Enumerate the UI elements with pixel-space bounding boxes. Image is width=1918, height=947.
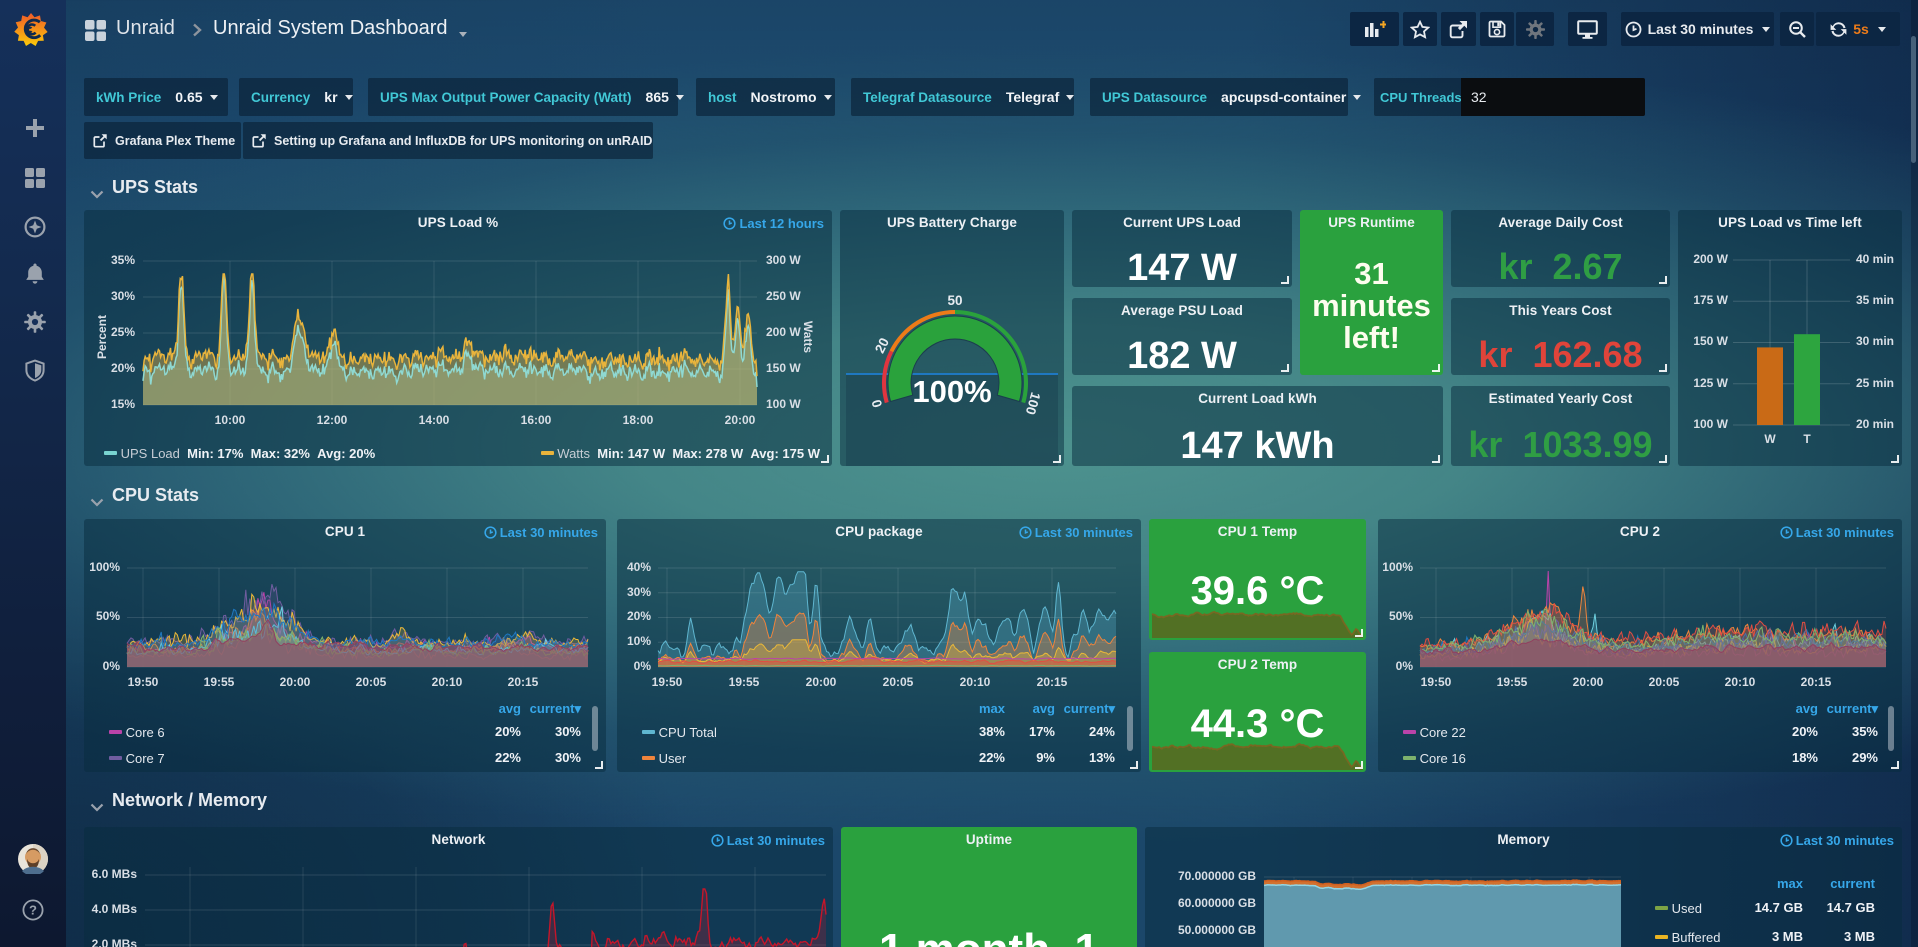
svg-text:?: ?	[29, 903, 37, 918]
